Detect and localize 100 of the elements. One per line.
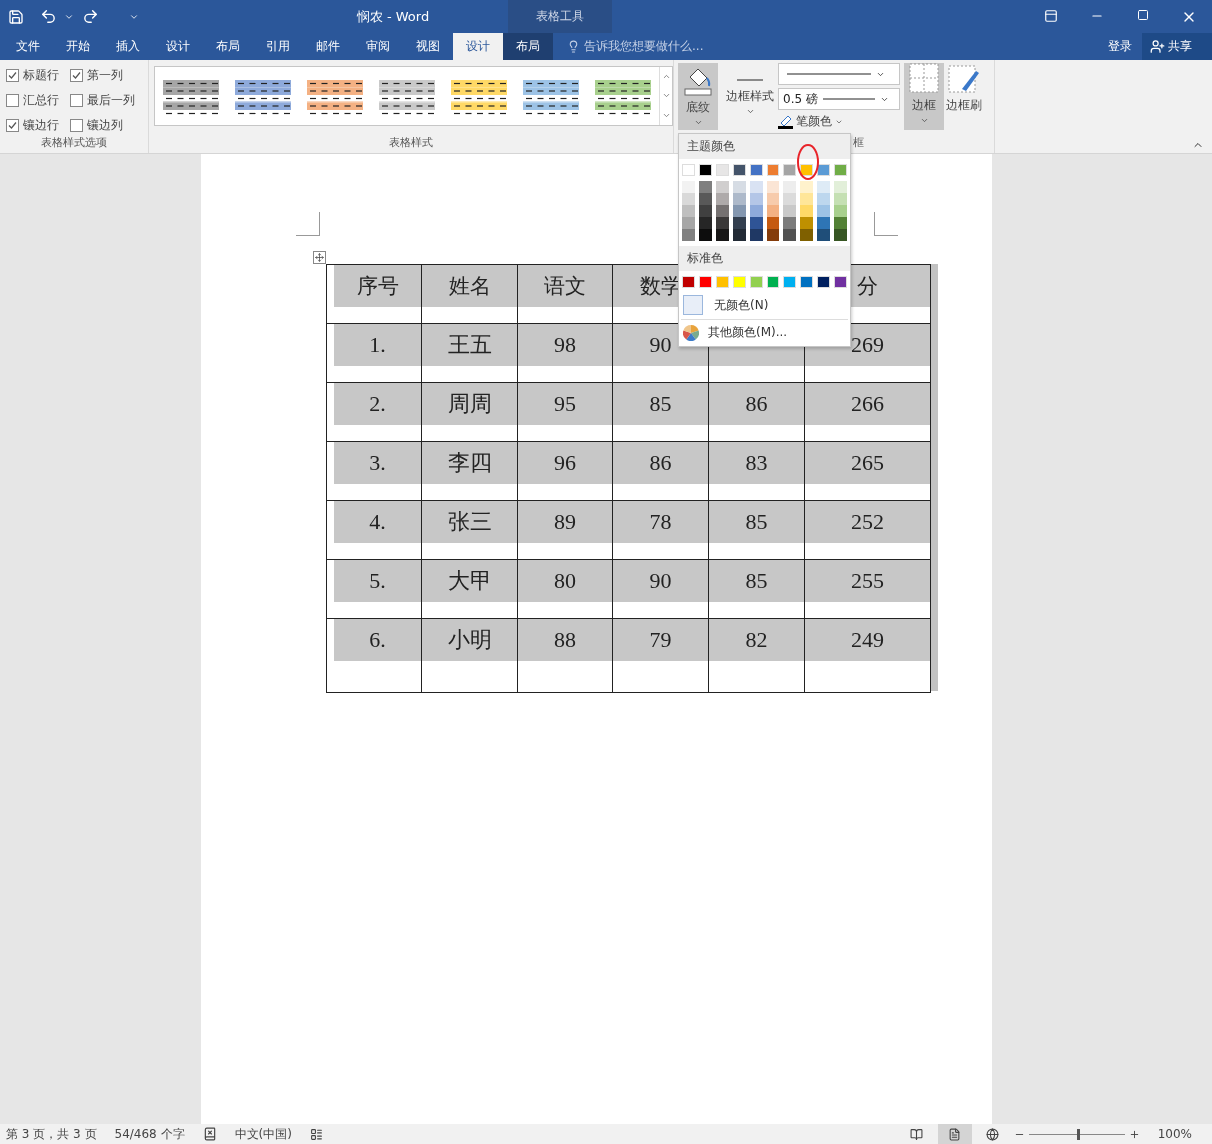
ribbon-tab[interactable]: 视图	[403, 33, 453, 60]
color-swatch[interactable]	[834, 276, 848, 288]
table-style-thumbnail[interactable]	[595, 77, 651, 115]
color-swatch[interactable]	[766, 181, 780, 193]
lightbulb-icon[interactable]	[567, 40, 580, 53]
zoom-in-icon[interactable]	[1128, 1128, 1140, 1140]
color-swatch[interactable]	[682, 205, 695, 217]
language-indicator[interactable]: 中文(中国)	[234, 1125, 292, 1143]
color-swatch[interactable]	[800, 193, 814, 205]
checkbox-label[interactable]: 镶边行	[23, 116, 59, 134]
ribbon-tab[interactable]: 引用	[253, 33, 303, 60]
page-count[interactable]: 第 3 页，共 3 页	[6, 1125, 97, 1143]
color-swatch[interactable]	[783, 229, 797, 241]
shading-button[interactable]: 底纹	[678, 63, 718, 130]
ribbon-tab[interactable]: 文件	[3, 33, 53, 60]
table-style-thumbnail[interactable]	[235, 77, 291, 115]
table-style-thumbnail[interactable]	[163, 77, 219, 115]
color-swatch[interactable]	[766, 276, 780, 288]
color-swatch[interactable]	[800, 229, 814, 241]
ribbon-tab[interactable]: 邮件	[303, 33, 353, 60]
checkbox[interactable]	[6, 93, 19, 107]
color-swatch[interactable]	[749, 164, 763, 176]
sign-in-link[interactable]: 登录	[1098, 33, 1142, 60]
checkbox[interactable]	[70, 68, 83, 82]
table-style-thumbnail[interactable]	[451, 77, 507, 115]
color-swatch[interactable]	[749, 205, 763, 217]
color-swatch[interactable]	[715, 205, 729, 217]
ribbon-tab[interactable]: 布局	[203, 33, 253, 60]
color-swatch[interactable]	[715, 217, 729, 229]
zoom-level[interactable]: 100%	[1143, 1127, 1212, 1141]
color-swatch[interactable]	[715, 164, 729, 176]
color-swatch[interactable]	[783, 164, 797, 176]
color-swatch[interactable]	[698, 181, 712, 193]
checkbox-label[interactable]: 最后一列	[87, 91, 135, 109]
color-swatch[interactable]	[834, 164, 848, 176]
color-swatch[interactable]	[749, 193, 763, 205]
move-handle-icon[interactable]	[313, 251, 326, 264]
color-swatch[interactable]	[682, 229, 695, 241]
color-swatch[interactable]	[732, 229, 746, 241]
checkbox-label[interactable]: 汇总行	[23, 91, 59, 109]
color-swatch[interactable]	[749, 276, 763, 288]
checkbox[interactable]	[70, 93, 83, 107]
color-swatch[interactable]	[749, 181, 763, 193]
line-style-dropdown[interactable]	[778, 63, 900, 85]
color-swatch[interactable]	[783, 276, 797, 288]
borders-button[interactable]: 边框	[904, 63, 944, 130]
color-swatch[interactable]	[732, 181, 746, 193]
undo-icon[interactable]	[39, 8, 57, 25]
color-swatch[interactable]	[783, 193, 797, 205]
color-swatch[interactable]	[817, 193, 831, 205]
checkbox-label[interactable]: 标题行	[23, 66, 59, 84]
table-style-thumbnail[interactable]	[523, 77, 579, 115]
color-swatch[interactable]	[766, 193, 780, 205]
color-swatch[interactable]	[834, 217, 848, 229]
color-swatch[interactable]	[800, 205, 814, 217]
color-swatch[interactable]	[682, 193, 695, 205]
checkbox-label[interactable]: 第一列	[87, 66, 123, 84]
color-swatch[interactable]	[682, 181, 695, 193]
color-swatch[interactable]	[817, 229, 831, 241]
color-swatch[interactable]	[698, 193, 712, 205]
pen-color-button[interactable]: 笔颜色	[778, 113, 900, 130]
caret-icon[interactable]	[919, 116, 929, 125]
color-swatch[interactable]	[682, 164, 695, 176]
color-swatch[interactable]	[715, 276, 729, 288]
color-swatch[interactable]	[682, 276, 695, 288]
color-swatch[interactable]	[817, 217, 831, 229]
book-icon[interactable]	[910, 1127, 924, 1141]
ribbon-tab[interactable]: 设计	[453, 33, 503, 60]
caret-icon[interactable]	[745, 107, 755, 116]
save-icon[interactable]	[8, 8, 24, 25]
color-swatch[interactable]	[698, 164, 712, 176]
color-swatch[interactable]	[783, 217, 797, 229]
color-swatch[interactable]	[698, 229, 712, 241]
color-swatch[interactable]	[800, 217, 814, 229]
checkbox[interactable]	[6, 118, 19, 132]
ribbon-tab[interactable]: 插入	[103, 33, 153, 60]
ribbon-tab[interactable]: 审阅	[353, 33, 403, 60]
border-painter-button[interactable]: 边框刷	[944, 60, 984, 135]
redo-icon[interactable]	[81, 8, 99, 25]
color-swatch[interactable]	[817, 164, 831, 176]
color-swatch[interactable]	[817, 181, 831, 193]
color-swatch[interactable]	[715, 193, 729, 205]
ribbon-tab[interactable]: 设计	[153, 33, 203, 60]
color-swatch[interactable]	[834, 181, 848, 193]
ribbon-tab[interactable]: 布局	[503, 33, 553, 60]
ribbon-tab[interactable]: 开始	[53, 33, 103, 60]
caret-icon[interactable]	[693, 118, 703, 127]
pen-weight-dropdown[interactable]: 0.5 磅	[778, 88, 900, 110]
color-swatch[interactable]	[766, 164, 780, 176]
color-swatch[interactable]	[698, 205, 712, 217]
globe-icon[interactable]	[986, 1127, 1000, 1141]
color-swatch[interactable]	[834, 205, 848, 217]
color-swatch[interactable]	[698, 276, 712, 288]
macro-icon[interactable]	[309, 1127, 323, 1141]
color-swatch[interactable]	[834, 229, 848, 241]
checkbox[interactable]	[70, 118, 83, 132]
color-swatch[interactable]	[817, 276, 831, 288]
color-swatch[interactable]	[783, 205, 797, 217]
table-style-thumbnail[interactable]	[379, 77, 435, 115]
color-swatch[interactable]	[732, 217, 746, 229]
